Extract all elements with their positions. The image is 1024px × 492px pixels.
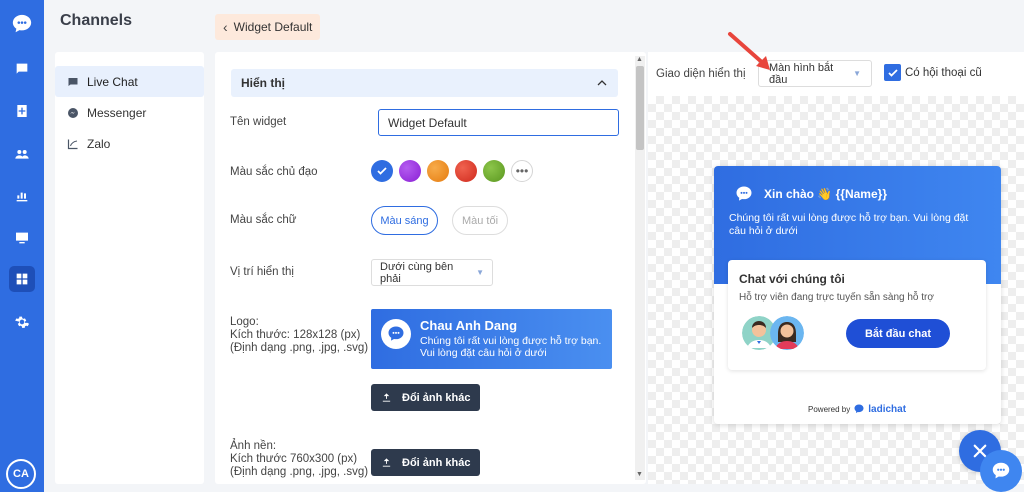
upload-icon [382,458,391,467]
channel-item-label: Messenger [87,105,147,120]
widget-greeting: Xin chào 👋 {{Name}} [764,187,887,201]
more-icon: ••• [515,164,529,178]
channels-title: Channels [60,12,133,29]
caret-down-icon: ▼ [853,69,861,78]
annotation-arrow-icon [728,32,770,70]
logo-preview-name: Chau Anh Dang [420,318,518,333]
old-chat-checkbox[interactable] [884,64,901,81]
check-icon [887,68,898,77]
logo-preview-desc: Chúng tôi rất vui lòng được hỗ trợ bạn. … [420,335,602,359]
position-select[interactable]: Dưới cùng bên phải ▼ [371,259,493,286]
breadcrumb-label: Widget Default [233,20,313,34]
main-color-label: Màu sắc chủ đạo [230,166,318,178]
color-swatches: ••• [371,160,533,182]
apps-icon[interactable] [9,266,35,292]
analytics-icon[interactable] [9,183,35,209]
start-chat-button[interactable]: Bắt đầu chat [846,319,950,348]
color-swatch-purple[interactable] [399,160,421,182]
channel-item-live-chat[interactable]: Live Chat [55,66,204,97]
upload-icon [382,393,391,402]
widget-greeting-sub: Chúng tôi rất vui lòng được hỗ trợ bạn. … [729,212,969,237]
widget-name-label: Tên widget [230,116,287,128]
channel-item-label: Zalo [87,136,111,151]
powered-by: Powered by ladichat [808,403,907,415]
logo-icon[interactable] [8,10,36,38]
settings-scrollbar[interactable]: ▲ ▼ [635,56,645,480]
card-subtitle: Hỗ trợ viên đang trực tuyến sẵn sàng hỗ … [739,292,934,303]
caret-down-icon: ▼ [476,268,484,277]
position-label: Vị trí hiển thị [230,266,294,278]
logo-preview: Chau Anh Dang Chúng tôi rất vui lòng đượ… [371,309,612,369]
section-header-display[interactable]: Hiển thị [231,69,618,97]
old-chat-toggle[interactable]: Có hội thoại cũ [884,64,982,81]
users-icon[interactable] [9,141,35,167]
change-background-button[interactable]: Đổi ảnh khác [371,449,481,476]
color-swatch-blue[interactable] [371,160,393,182]
card-title: Chat với chúng tôi [739,272,845,286]
agent-avatar-female [770,316,804,350]
text-color-dark-button[interactable]: Màu tối [452,206,508,235]
zalo-icon [67,139,78,149]
channel-item-messenger[interactable]: Messenger [55,97,204,128]
text-color-label: Màu sắc chữ [230,214,297,226]
channels-panel: Live Chat Messenger Zalo [55,52,204,484]
text-color-light-button[interactable]: Màu sáng [371,206,438,235]
avatar[interactable]: CA [6,459,36,489]
color-swatch-orange[interactable] [427,160,449,182]
old-chat-label: Có hội thoại cũ [905,66,982,79]
background-label: Ảnh nền: Kích thước 760x300 (px) (Định d… [230,440,369,478]
position-value: Dưới cùng bên phải [380,260,454,285]
chat-launcher-button[interactable] [980,450,1022,492]
chat-bubble-icon [736,186,752,201]
display-icon[interactable] [9,225,35,251]
scroll-down-icon[interactable]: ▼ [636,471,643,478]
breadcrumb[interactable]: ‹ Widget Default [215,14,321,40]
preview-panel: Giao diện hiển thị Màn hình bắt đầu ▼ Có… [648,52,1024,484]
left-rail: CA [0,0,44,492]
messenger-icon [68,107,78,118]
widget-name-input[interactable] [378,109,619,136]
more-colors-button[interactable]: ••• [511,160,533,182]
color-swatch-red[interactable] [455,160,477,182]
scroll-up-icon[interactable]: ▲ [636,56,643,63]
live-chat-icon [68,77,78,86]
settings-icon[interactable] [9,309,35,335]
chevron-left-icon: ‹ [223,19,228,35]
preview-toolbar: Giao diện hiển thị Màn hình bắt đầu ▼ Có… [648,52,1024,96]
channel-item-zalo[interactable]: Zalo [55,128,204,159]
check-icon [377,167,387,175]
section-title: Hiển thị [241,76,285,90]
chevron-up-icon [597,80,607,86]
logo-label: Logo: Kích thước: 128x128 (px) (Định dạn… [230,316,369,354]
mode-value: Màn hình bắt đầu [769,61,834,86]
scroll-thumb[interactable] [636,66,644,150]
chat-icon[interactable] [9,56,35,82]
chat-bubble-icon [992,462,1010,479]
color-swatch-green[interactable] [483,160,505,182]
chat-widget-preview: Xin chào 👋 {{Name}} Chúng tôi rất vui lò… [714,166,1001,424]
contacts-icon[interactable] [9,98,35,124]
settings-panel: Hiển thị Tên widget Màu sắc chủ đạo ••• … [215,52,646,484]
change-logo-button[interactable]: Đổi ảnh khác [371,384,481,411]
channel-item-label: Live Chat [87,74,138,89]
ladichat-logo-icon [854,404,864,413]
chat-card: Chat với chúng tôi Hỗ trợ viên đang trực… [728,260,986,370]
chat-bubble-icon [381,319,411,349]
